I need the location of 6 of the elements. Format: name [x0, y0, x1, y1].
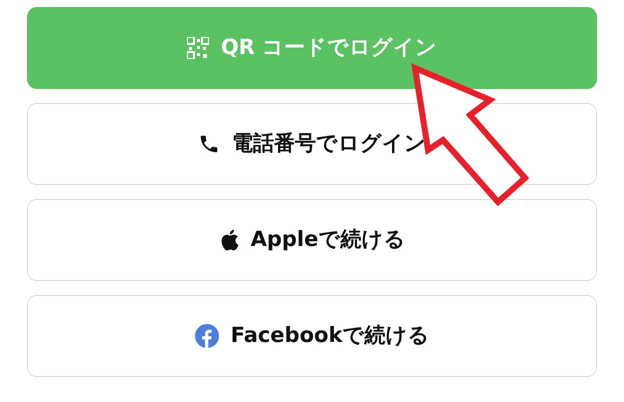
apple-icon — [218, 228, 239, 252]
facebook-icon — [194, 324, 219, 348]
login-button[interactable]: Facebookで続ける — [27, 295, 597, 377]
phone-icon — [198, 133, 220, 155]
login-button[interactable]: Appleで続ける — [27, 199, 597, 281]
qr-code-icon — [186, 37, 209, 59]
